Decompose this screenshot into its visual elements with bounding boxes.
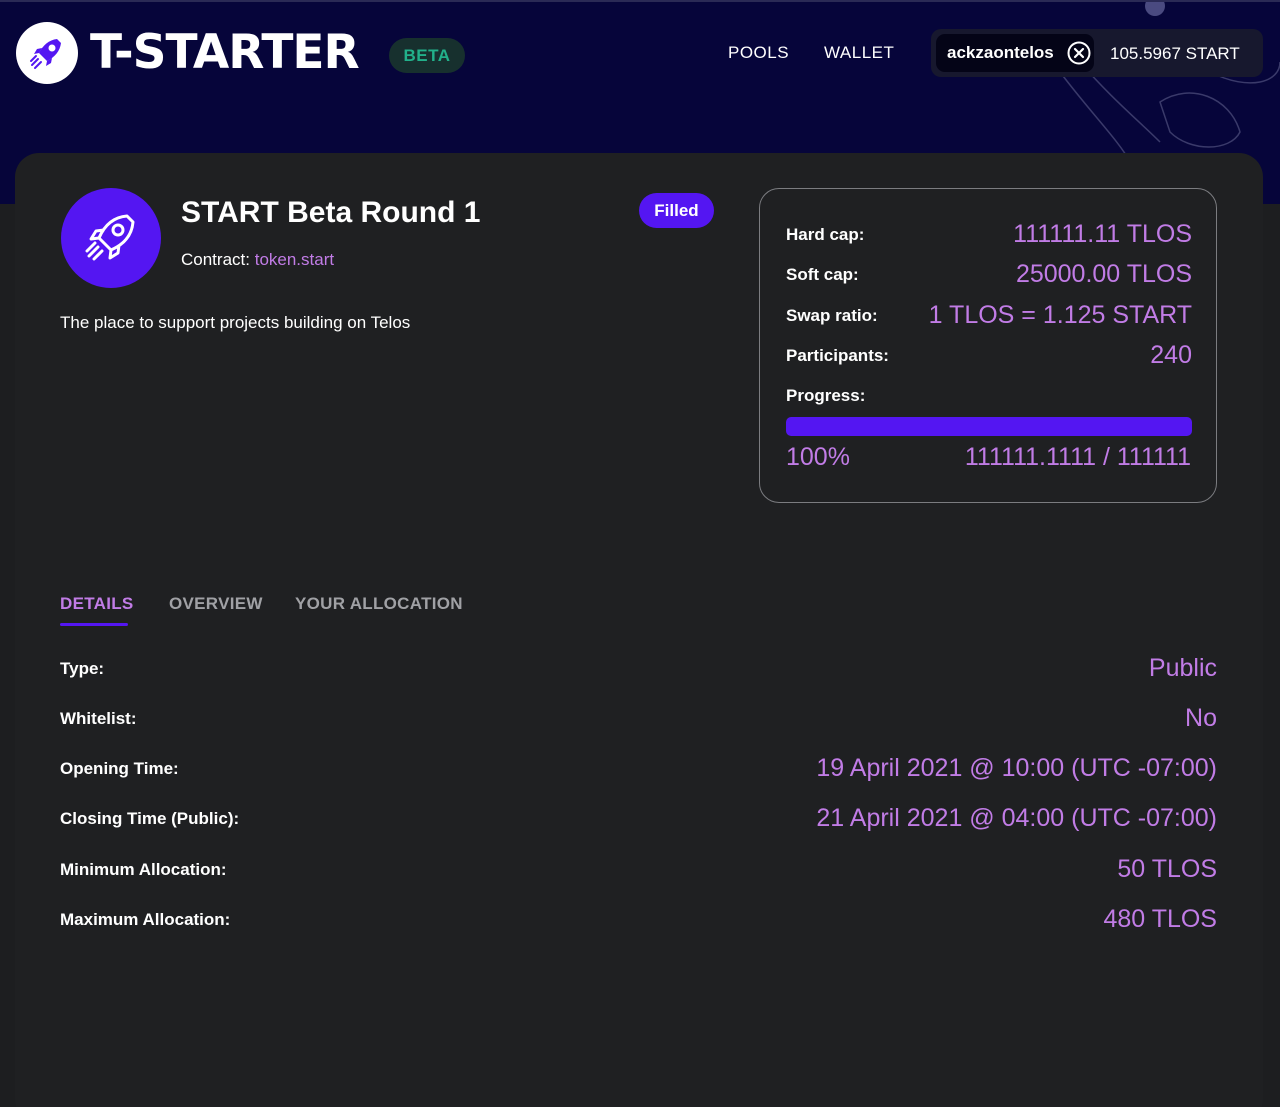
rocket-icon xyxy=(30,39,61,69)
nav-wallet[interactable]: WALLET xyxy=(824,42,894,64)
detail-label: Opening Time: xyxy=(60,759,179,778)
hard-cap-row: Hard cap: 111111.11 TLOS xyxy=(786,219,1192,249)
detail-label: Maximum Allocation: xyxy=(60,910,231,929)
detail-value: 19 April 2021 @ 10:00 (UTC -07:00) xyxy=(816,754,1217,782)
detail-row-closing-time: Closing Time (Public): 21 April 2021 @ 0… xyxy=(60,803,1217,835)
participants-row: Participants: 240 xyxy=(786,340,1192,370)
beta-badge: BETA xyxy=(389,38,465,73)
brand-logo[interactable] xyxy=(16,22,78,84)
detail-row-type: Type: Public xyxy=(60,653,1217,685)
swap-ratio-value: 1 TLOS = 1.125 START xyxy=(928,301,1192,329)
brand-name[interactable]: T-STARTER xyxy=(90,24,360,82)
soft-cap-label: Soft cap: xyxy=(786,265,859,284)
tab-overview[interactable]: OVERVIEW xyxy=(169,593,263,615)
detail-label: Type: xyxy=(60,659,105,678)
detail-label: Whitelist: xyxy=(60,709,137,728)
detail-row-opening-time: Opening Time: 19 April 2021 @ 10:00 (UTC… xyxy=(60,753,1217,785)
participants-value: 240 xyxy=(1150,341,1192,369)
swap-ratio-row: Swap ratio: 1 TLOS = 1.125 START xyxy=(786,300,1192,330)
progress-bar xyxy=(786,417,1192,436)
progress-fill xyxy=(786,417,1192,436)
token-balance: 105.5967 START xyxy=(1110,44,1240,63)
project-logo xyxy=(61,188,161,288)
status-badge: Filled xyxy=(639,193,714,228)
progress-amount: 111111.1111 / 111111 xyxy=(964,443,1191,471)
hard-cap-value: 111111.11 TLOS xyxy=(1013,220,1192,248)
progress-row: Progress: xyxy=(786,380,1192,410)
close-circle-icon[interactable] xyxy=(1067,41,1091,65)
detail-value: No xyxy=(1185,704,1217,732)
nav-pools[interactable]: POOLS xyxy=(728,42,789,64)
soft-cap-value: 25000.00 TLOS xyxy=(1015,260,1192,288)
tab-details[interactable]: DETAILS xyxy=(60,593,134,615)
detail-row-whitelist: Whitelist: No xyxy=(60,703,1217,735)
active-tab-indicator xyxy=(60,623,128,626)
detail-value: 480 TLOS xyxy=(1103,905,1217,933)
detail-label: Closing Time (Public): xyxy=(60,809,240,828)
detail-value: Public xyxy=(1148,654,1217,682)
pool-title: START Beta Round 1 xyxy=(181,196,481,229)
detail-row-max-allocation: Maximum Allocation: 480 TLOS xyxy=(60,904,1217,936)
contract-link[interactable]: token.start xyxy=(255,250,334,269)
soft-cap-row: Soft cap: 25000.00 TLOS xyxy=(786,259,1192,289)
contract-label: Contract: xyxy=(181,250,250,269)
detail-row-min-allocation: Minimum Allocation: 50 TLOS xyxy=(60,854,1217,886)
progress-label: Progress: xyxy=(786,386,866,405)
detail-label: Minimum Allocation: xyxy=(60,860,227,879)
pool-card: START Beta Round 1 Contract: token.start… xyxy=(15,153,1263,1107)
detail-value: 50 TLOS xyxy=(1117,855,1217,883)
progress-percent: 100% xyxy=(786,443,850,471)
pool-description: The place to support projects building o… xyxy=(60,313,411,332)
account-box: ackzaontelos 105.5967 START xyxy=(931,29,1263,77)
participants-label: Participants: xyxy=(786,346,889,365)
rocket-icon xyxy=(85,214,135,261)
contract-info: Contract: token.start xyxy=(181,249,334,271)
account-name: ackzaontelos xyxy=(947,43,1054,62)
stats-panel: Hard cap: 111111.11 TLOS Soft cap: 25000… xyxy=(759,188,1217,503)
swap-ratio-label: Swap ratio: xyxy=(786,306,878,325)
hard-cap-label: Hard cap: xyxy=(786,225,865,244)
detail-value: 21 April 2021 @ 04:00 (UTC -07:00) xyxy=(816,804,1217,832)
account-pill[interactable]: ackzaontelos xyxy=(936,34,1094,72)
tab-your-allocation[interactable]: YOUR ALLOCATION xyxy=(295,593,463,615)
